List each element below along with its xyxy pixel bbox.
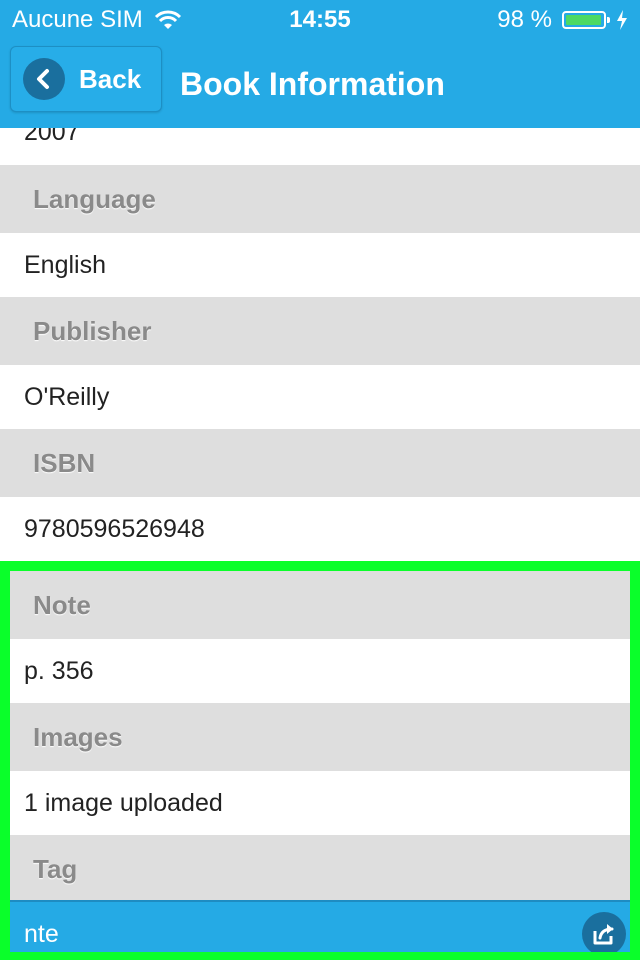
- battery-percent: 98 %: [497, 6, 552, 33]
- share-icon[interactable]: [582, 912, 626, 952]
- year-value: 2007: [0, 128, 640, 164]
- note-value: p. 356: [10, 639, 630, 703]
- tag-header: Tag: [10, 835, 630, 903]
- page-title: Book Information: [180, 66, 445, 102]
- tag-row[interactable]: nte: [10, 900, 630, 952]
- highlighted-region: Note p. 356 Images 1 image uploaded Tag …: [0, 561, 640, 960]
- bolt-icon: [617, 10, 627, 30]
- nav-bar: Back Book Information: [0, 40, 640, 128]
- isbn-value: 9780596526948: [0, 497, 640, 561]
- battery-icon: [562, 11, 610, 29]
- tag-value: nte: [24, 920, 59, 948]
- images-header: Images: [10, 703, 630, 771]
- book-details[interactable]: 2007 Language English Publisher O'Reilly…: [0, 128, 640, 960]
- back-label: Back: [79, 63, 142, 94]
- status-bar: Aucune SIM 14:55 98 %: [0, 0, 640, 40]
- isbn-header: ISBN: [0, 429, 640, 497]
- note-header: Note: [10, 571, 630, 639]
- images-value[interactable]: 1 image uploaded: [10, 771, 630, 835]
- language-value: English: [0, 233, 640, 297]
- language-header: Language: [0, 165, 640, 233]
- publisher-header: Publisher: [0, 297, 640, 365]
- battery-level: [566, 15, 602, 25]
- chevron-left-icon: [23, 58, 65, 100]
- back-button[interactable]: Back: [10, 46, 162, 112]
- publisher-value: O'Reilly: [0, 365, 640, 429]
